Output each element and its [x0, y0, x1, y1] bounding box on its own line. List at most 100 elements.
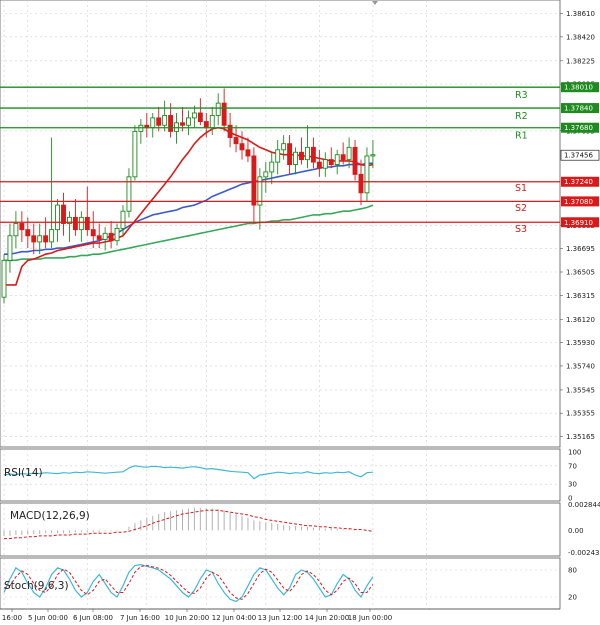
- candle-body: [352, 146, 358, 175]
- time-tick-label: 13 Jun 12:00: [258, 614, 302, 622]
- rsi-label: RSI(14): [4, 467, 43, 479]
- candle-body: [185, 117, 191, 126]
- candle-body: [364, 155, 370, 194]
- candle-body: [180, 122, 185, 126]
- candle-body: [287, 143, 293, 166]
- candle-body: [25, 229, 31, 237]
- time-tick-label: 6 Jun 08:00: [73, 614, 113, 622]
- candle-body: [1, 259, 7, 298]
- candle-body: [132, 130, 138, 178]
- candle-body: [245, 149, 251, 157]
- candle-body: [346, 146, 352, 161]
- candle-body: [78, 216, 84, 231]
- rsi-tick-label: 100: [568, 449, 581, 457]
- candle-body: [61, 204, 66, 224]
- level-name-r1: R1: [515, 131, 528, 142]
- macd-label: MACD(12,26,9): [10, 510, 90, 522]
- candle-body: [370, 154, 376, 157]
- candle-body: [90, 229, 96, 237]
- price-tick-label: 1.38420: [566, 33, 595, 41]
- time-tick-label: 5 Jun 00:00: [28, 614, 68, 622]
- level-tag-label: 1.37680: [564, 124, 593, 132]
- time-tick-label: 14 Jun 20:00: [305, 614, 349, 622]
- candle-body: [203, 121, 209, 129]
- candle-body: [108, 232, 114, 242]
- candle-body: [162, 114, 168, 126]
- candle-body: [13, 223, 19, 237]
- candle-body: [263, 171, 269, 178]
- candle-body: [310, 146, 316, 163]
- price-tick-label: 1.35165: [566, 433, 595, 441]
- level-tag-label: 1.37840: [564, 105, 593, 113]
- candle-body: [233, 137, 239, 145]
- candle-body: [316, 161, 322, 169]
- candle-body: [49, 229, 55, 243]
- candle-body: [328, 159, 334, 166]
- candle-body: [221, 102, 227, 126]
- candle-body: [209, 114, 215, 129]
- candle-body: [358, 173, 364, 194]
- time-tick-label: 12 Jun 04:00: [212, 614, 256, 622]
- level-name-r2: R2: [515, 111, 528, 122]
- rsi-tick-label: 70: [568, 462, 577, 470]
- candle-body: [275, 149, 281, 163]
- candle-body: [120, 210, 126, 229]
- candle-body: [19, 223, 25, 231]
- price-tick-label: 1.38225: [566, 57, 595, 65]
- candle-body: [322, 159, 328, 169]
- stoch-tick-label: 80: [568, 567, 577, 575]
- price-tick-label: 1.38610: [566, 10, 595, 18]
- candle-body: [269, 161, 275, 173]
- time-tick-label: 16:00: [2, 614, 22, 622]
- price-tick-label: 1.36695: [566, 245, 595, 253]
- time-tick-label: 7 Jun 16:00: [120, 614, 160, 622]
- time-tick-label: 18 Jun 00:00: [348, 614, 392, 622]
- candle-body: [168, 114, 174, 132]
- candle-body: [55, 204, 60, 231]
- price-tick-label: 1.36505: [566, 269, 595, 277]
- stoch-tick-label: 20: [568, 594, 577, 602]
- candle-body: [215, 102, 221, 116]
- stoch-label: Stoch(9,6,3): [4, 580, 69, 592]
- candle-body: [191, 112, 197, 119]
- level-tag-label: 1.38010: [564, 84, 593, 92]
- candle-body: [102, 232, 108, 240]
- price-tick-label: 1.35355: [566, 410, 595, 418]
- candle-body: [197, 112, 203, 123]
- price-tick-label: 1.36315: [566, 292, 595, 300]
- level-name-r3: R3: [515, 90, 528, 101]
- candle-body: [251, 155, 257, 206]
- level-tag-label: 1.37080: [564, 198, 593, 206]
- time-tick-label: 10 Jun 20:00: [165, 614, 209, 622]
- candle-body: [114, 227, 120, 242]
- price-tick-label: 1.35545: [566, 386, 595, 394]
- current-price-label: 1.37456: [564, 152, 593, 160]
- chart-background: [0, 0, 600, 625]
- level-tag-label: 1.36910: [564, 219, 593, 227]
- candle-body: [72, 216, 78, 231]
- level-tag-label: 1.37240: [564, 178, 593, 186]
- candle-body: [37, 235, 43, 243]
- price-tick-label: 1.36120: [566, 316, 595, 324]
- forex-chart: 1.386101.384201.382251.380351.376551.368…: [0, 0, 600, 625]
- candle-body: [340, 154, 346, 161]
- candle-body: [299, 151, 304, 161]
- candle-body: [84, 216, 90, 231]
- candle-body: [281, 143, 287, 151]
- candle-body: [305, 146, 310, 161]
- candle-body: [96, 235, 102, 240]
- candle-body: [7, 235, 13, 261]
- macd-tick-label: 0.002844: [568, 501, 600, 509]
- candle-body: [31, 235, 37, 243]
- candle-body: [150, 117, 156, 129]
- macd-tick-label: 0.00: [568, 527, 584, 535]
- level-name-s2: S2: [515, 203, 527, 214]
- candle-body: [156, 117, 162, 126]
- price-tick-label: 1.35930: [566, 339, 595, 347]
- candle-body: [239, 143, 245, 151]
- rsi-tick-label: 30: [568, 481, 577, 489]
- candle-body: [43, 235, 49, 243]
- candle-body: [334, 154, 340, 166]
- level-name-s1: S1: [515, 183, 527, 194]
- candle-body: [293, 151, 298, 166]
